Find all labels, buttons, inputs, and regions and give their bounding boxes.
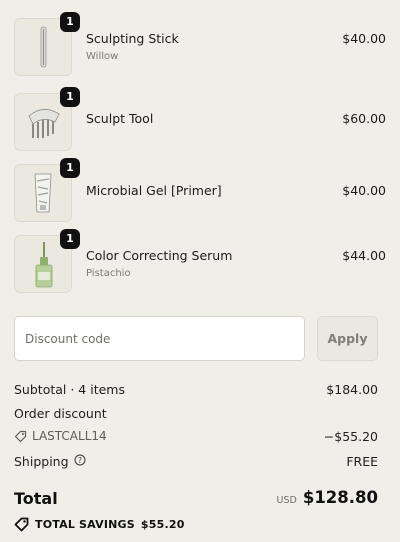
product-thumbnail: 1 bbox=[14, 12, 80, 76]
help-circle-icon[interactable]: ? bbox=[74, 454, 86, 469]
savings-label: TOTAL SAVINGS bbox=[35, 518, 135, 531]
tag-icon bbox=[14, 517, 29, 532]
total-label: Total bbox=[14, 489, 58, 508]
product-price: $60.00 bbox=[342, 111, 386, 126]
currency-code: USD bbox=[276, 495, 297, 506]
quantity-badge: 1 bbox=[60, 87, 80, 107]
product-variant: Pistachio bbox=[86, 268, 131, 279]
order-discount-label: Order discount bbox=[14, 406, 107, 421]
subtotal-label: Subtotal · 4 items bbox=[14, 382, 125, 397]
product-price: $40.00 bbox=[342, 31, 386, 46]
line-item: 1 Microbial Gel [Primer] $40.00 bbox=[14, 158, 386, 224]
product-name: Microbial Gel [Primer] bbox=[86, 183, 222, 198]
subtotal-value: $184.00 bbox=[326, 382, 378, 397]
line-item: 1 Color Correcting Serum Pistachio $44.0… bbox=[14, 229, 386, 295]
tag-icon bbox=[14, 430, 27, 442]
discount-amount: −$55.20 bbox=[323, 429, 378, 444]
line-item: 1 Sculpt Tool $60.00 bbox=[14, 87, 386, 153]
total-amount: USD $128.80 bbox=[277, 488, 378, 507]
shipping-value: FREE bbox=[346, 454, 378, 469]
line-item: 1 Sculpting Stick Willow $40.00 bbox=[14, 12, 386, 78]
product-price: $40.00 bbox=[342, 183, 386, 198]
grand-total: $128.80 bbox=[302, 488, 378, 507]
quantity-badge: 1 bbox=[60, 12, 80, 32]
discount-code-tag: LASTCALL14 bbox=[14, 429, 107, 443]
product-name: Sculpting Stick bbox=[86, 31, 179, 46]
product-thumbnail: 1 bbox=[14, 158, 80, 222]
svg-text:?: ? bbox=[78, 456, 82, 465]
shipping-row: Shipping ? bbox=[14, 454, 86, 469]
quantity-badge: 1 bbox=[60, 158, 80, 178]
shipping-label: Shipping bbox=[14, 454, 69, 469]
total-savings: TOTAL SAVINGS $55.20 bbox=[14, 517, 185, 532]
apply-discount-button[interactable]: Apply bbox=[317, 316, 378, 361]
product-thumbnail: 1 bbox=[14, 87, 80, 151]
product-thumbnail: 1 bbox=[14, 229, 80, 293]
discount-code-input[interactable] bbox=[14, 316, 305, 361]
savings-amount: $55.20 bbox=[140, 518, 185, 531]
product-variant: Willow bbox=[86, 51, 119, 62]
product-name: Color Correcting Serum bbox=[86, 248, 233, 263]
product-price: $44.00 bbox=[342, 248, 386, 263]
quantity-badge: 1 bbox=[60, 229, 80, 249]
discount-code-text: LASTCALL14 bbox=[32, 429, 107, 443]
product-name: Sculpt Tool bbox=[86, 111, 154, 126]
